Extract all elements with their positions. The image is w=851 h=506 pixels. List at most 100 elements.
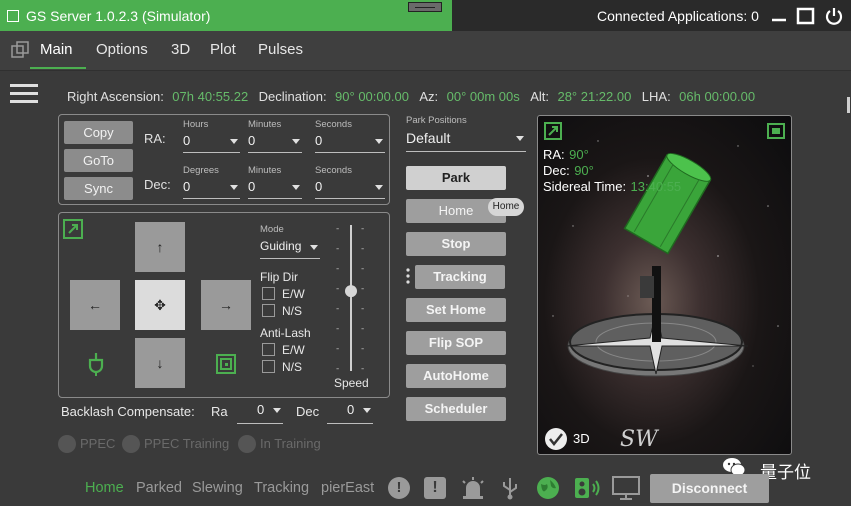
hamburger-menu-icon[interactable] [10,83,38,110]
power-icon[interactable] [824,6,844,26]
speed-label: Speed [334,376,369,390]
disconnect-button[interactable]: Disconnect [650,474,769,503]
flip-ew-checkbox[interactable] [262,287,275,300]
screen-toggle-icon[interactable] [767,123,785,144]
chevron-down-icon [292,139,300,144]
degrees-label: Degrees [183,165,219,176]
spiral-icon[interactable] [215,353,237,380]
status-slewing: Slewing [192,480,243,496]
lha-label: LHA: [641,89,671,104]
sky-ra-value: 90° [569,147,589,162]
check-icon[interactable] [544,427,568,454]
dec-seconds-combo[interactable]: 0 [315,179,385,199]
slew-stop-button[interactable]: ✥ [135,280,185,330]
mode-label: Mode [260,224,284,235]
az-value: 00° 00m 00s [446,89,520,104]
usb-icon[interactable] [500,476,520,505]
flip-ns-checkbox[interactable] [262,304,275,317]
dec-label: Declination: [258,89,327,104]
speed-slider[interactable]: - - - - - - - - - - - - - - - - [335,223,371,374]
3d-viewer[interactable]: SW RA: 90° Dec: 90° Sidereal Time: 13:40… [537,115,792,455]
svg-text:-: - [336,324,339,334]
ra-value: 07h 40:55.22 [172,89,249,104]
sync-button[interactable]: Sync [64,177,133,200]
chevron-down-icon [230,139,238,144]
ra-seconds-combo[interactable]: 0 [315,133,385,153]
stop-button[interactable]: Stop [406,232,506,256]
popout-icon[interactable] [11,41,29,64]
sidereal-value: 13:40:55 [630,179,682,194]
backlash-ra-combo[interactable]: 0 [237,402,283,424]
slew-right-button[interactable]: → [201,280,251,330]
gamepad-icon[interactable] [85,351,107,382]
popout-icon[interactable] [544,122,562,145]
park-button[interactable]: Park [406,166,506,190]
backlash-dec-combo[interactable]: 0 [327,402,373,424]
monitor-icon[interactable] [612,476,640,505]
antilash-ew-checkbox[interactable] [262,343,275,356]
minimize-icon[interactable] [769,6,789,26]
slew-down-button[interactable]: ↓ [135,338,185,388]
maximize-icon[interactable] [796,6,816,26]
chevron-down-icon [230,185,238,190]
app-icon [7,10,19,22]
sky-ra-label: RA: [543,147,565,162]
park-position-value: Default [406,130,451,146]
chevron-down-icon [375,139,383,144]
menu-main[interactable]: Main [40,41,73,58]
ppec-label: PPEC [80,436,116,451]
hours-label: Hours [183,119,209,130]
ppec-training-toggle[interactable] [122,435,140,453]
slew-left-button[interactable]: ← [70,280,120,330]
chevron-down-icon [310,245,318,250]
svg-text:-: - [336,304,339,314]
set-home-button[interactable]: Set Home [406,298,506,322]
goto-dec-label: Dec: [144,177,171,192]
slew-up-button[interactable]: ↑ [135,222,185,272]
autohome-button[interactable]: AutoHome [406,364,506,388]
backlash-dec-label: Dec [296,404,320,419]
goto-button[interactable]: GoTo [64,149,133,172]
dec-minutes-value: 0 [248,179,256,194]
drag-grip-icon[interactable] [406,268,410,284]
warning-icon[interactable]: ! [388,477,410,499]
chevron-down-icon [292,185,300,190]
hours-combo[interactable]: 0 [183,133,240,153]
flip-ew-label: E/W [282,287,305,301]
menu-active-indicator [30,67,86,69]
ra-minutes-combo[interactable]: 0 [248,133,302,153]
copy-button[interactable]: Copy [64,121,133,144]
alt-label: Alt: [530,89,550,104]
svg-text:-: - [361,224,364,234]
ra-minutes-label: Minutes [248,119,282,130]
menu-3d[interactable]: 3D [171,41,190,58]
alert-icon[interactable]: ! [424,477,446,499]
antilash-ns-checkbox[interactable] [262,360,275,373]
speed-slider-thumb[interactable] [345,285,357,298]
park-positions-combo[interactable]: Default [406,130,526,152]
drag-handle[interactable] [408,2,442,12]
ra-label: Right Ascension: [67,89,164,104]
flip-ns-label: N/S [282,304,303,318]
tracking-button[interactable]: Tracking [415,265,505,289]
mode-combo[interactable]: Guiding [260,239,320,259]
status-pier: pierEast [321,480,375,496]
chevron-down-icon [363,408,371,413]
status-tracking: Tracking [254,480,310,496]
dec-minutes-combo[interactable]: 0 [248,179,302,199]
alarm-light-icon[interactable] [460,476,486,505]
degrees-combo[interactable]: 0 [183,179,240,199]
svg-text:-: - [336,224,339,234]
scheduler-button[interactable]: Scheduler [406,397,506,421]
coordinate-readout: Right Ascension: 07h 40:55.22 Declinatio… [67,88,755,106]
menu-options[interactable]: Options [96,41,148,58]
menu-plot[interactable]: Plot [210,41,236,58]
scroll-indicator[interactable] [847,97,850,113]
flip-sop-button[interactable]: Flip SOP [406,331,506,355]
globe-icon[interactable] [536,476,560,505]
popout-icon[interactable] [63,219,83,244]
menu-pulses[interactable]: Pulses [258,41,303,58]
ppec-toggle[interactable] [58,435,76,453]
speaker-icon[interactable] [574,476,602,505]
home-tooltip: Home [488,198,524,216]
